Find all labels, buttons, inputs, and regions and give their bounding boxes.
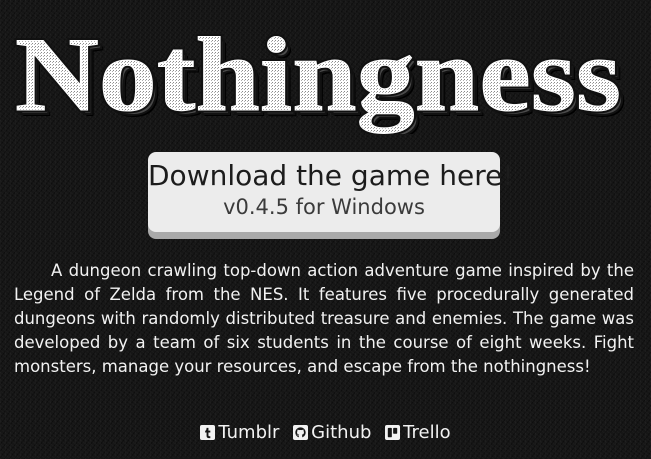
game-description: A dungeon crawling top-down action adven…: [14, 261, 634, 376]
game-logo: Nothingness Nothingness Nothingness Noth…: [14, 22, 627, 134]
trello-link[interactable]: Trello: [385, 421, 451, 445]
trello-link-label: Trello: [403, 422, 451, 443]
logo-highlight: Nothingness: [15, 22, 621, 133]
trello-icon: [385, 425, 401, 440]
tumblr-link[interactable]: Tumblr: [200, 421, 279, 445]
download-button-version: v0.4.5 for Windows: [223, 195, 425, 219]
github-link[interactable]: Github: [293, 421, 371, 445]
tumblr-link-label: Tumblr: [218, 422, 280, 443]
github-icon: [293, 425, 309, 440]
download-button[interactable]: Download the game here! v0.4.5 for Windo…: [148, 152, 514, 232]
social-links: Tumblr Github Trello: [0, 421, 651, 445]
tumblr-icon: [200, 425, 216, 440]
download-button-title: Download the game here!: [148, 159, 514, 192]
github-link-label: Github: [311, 422, 372, 443]
